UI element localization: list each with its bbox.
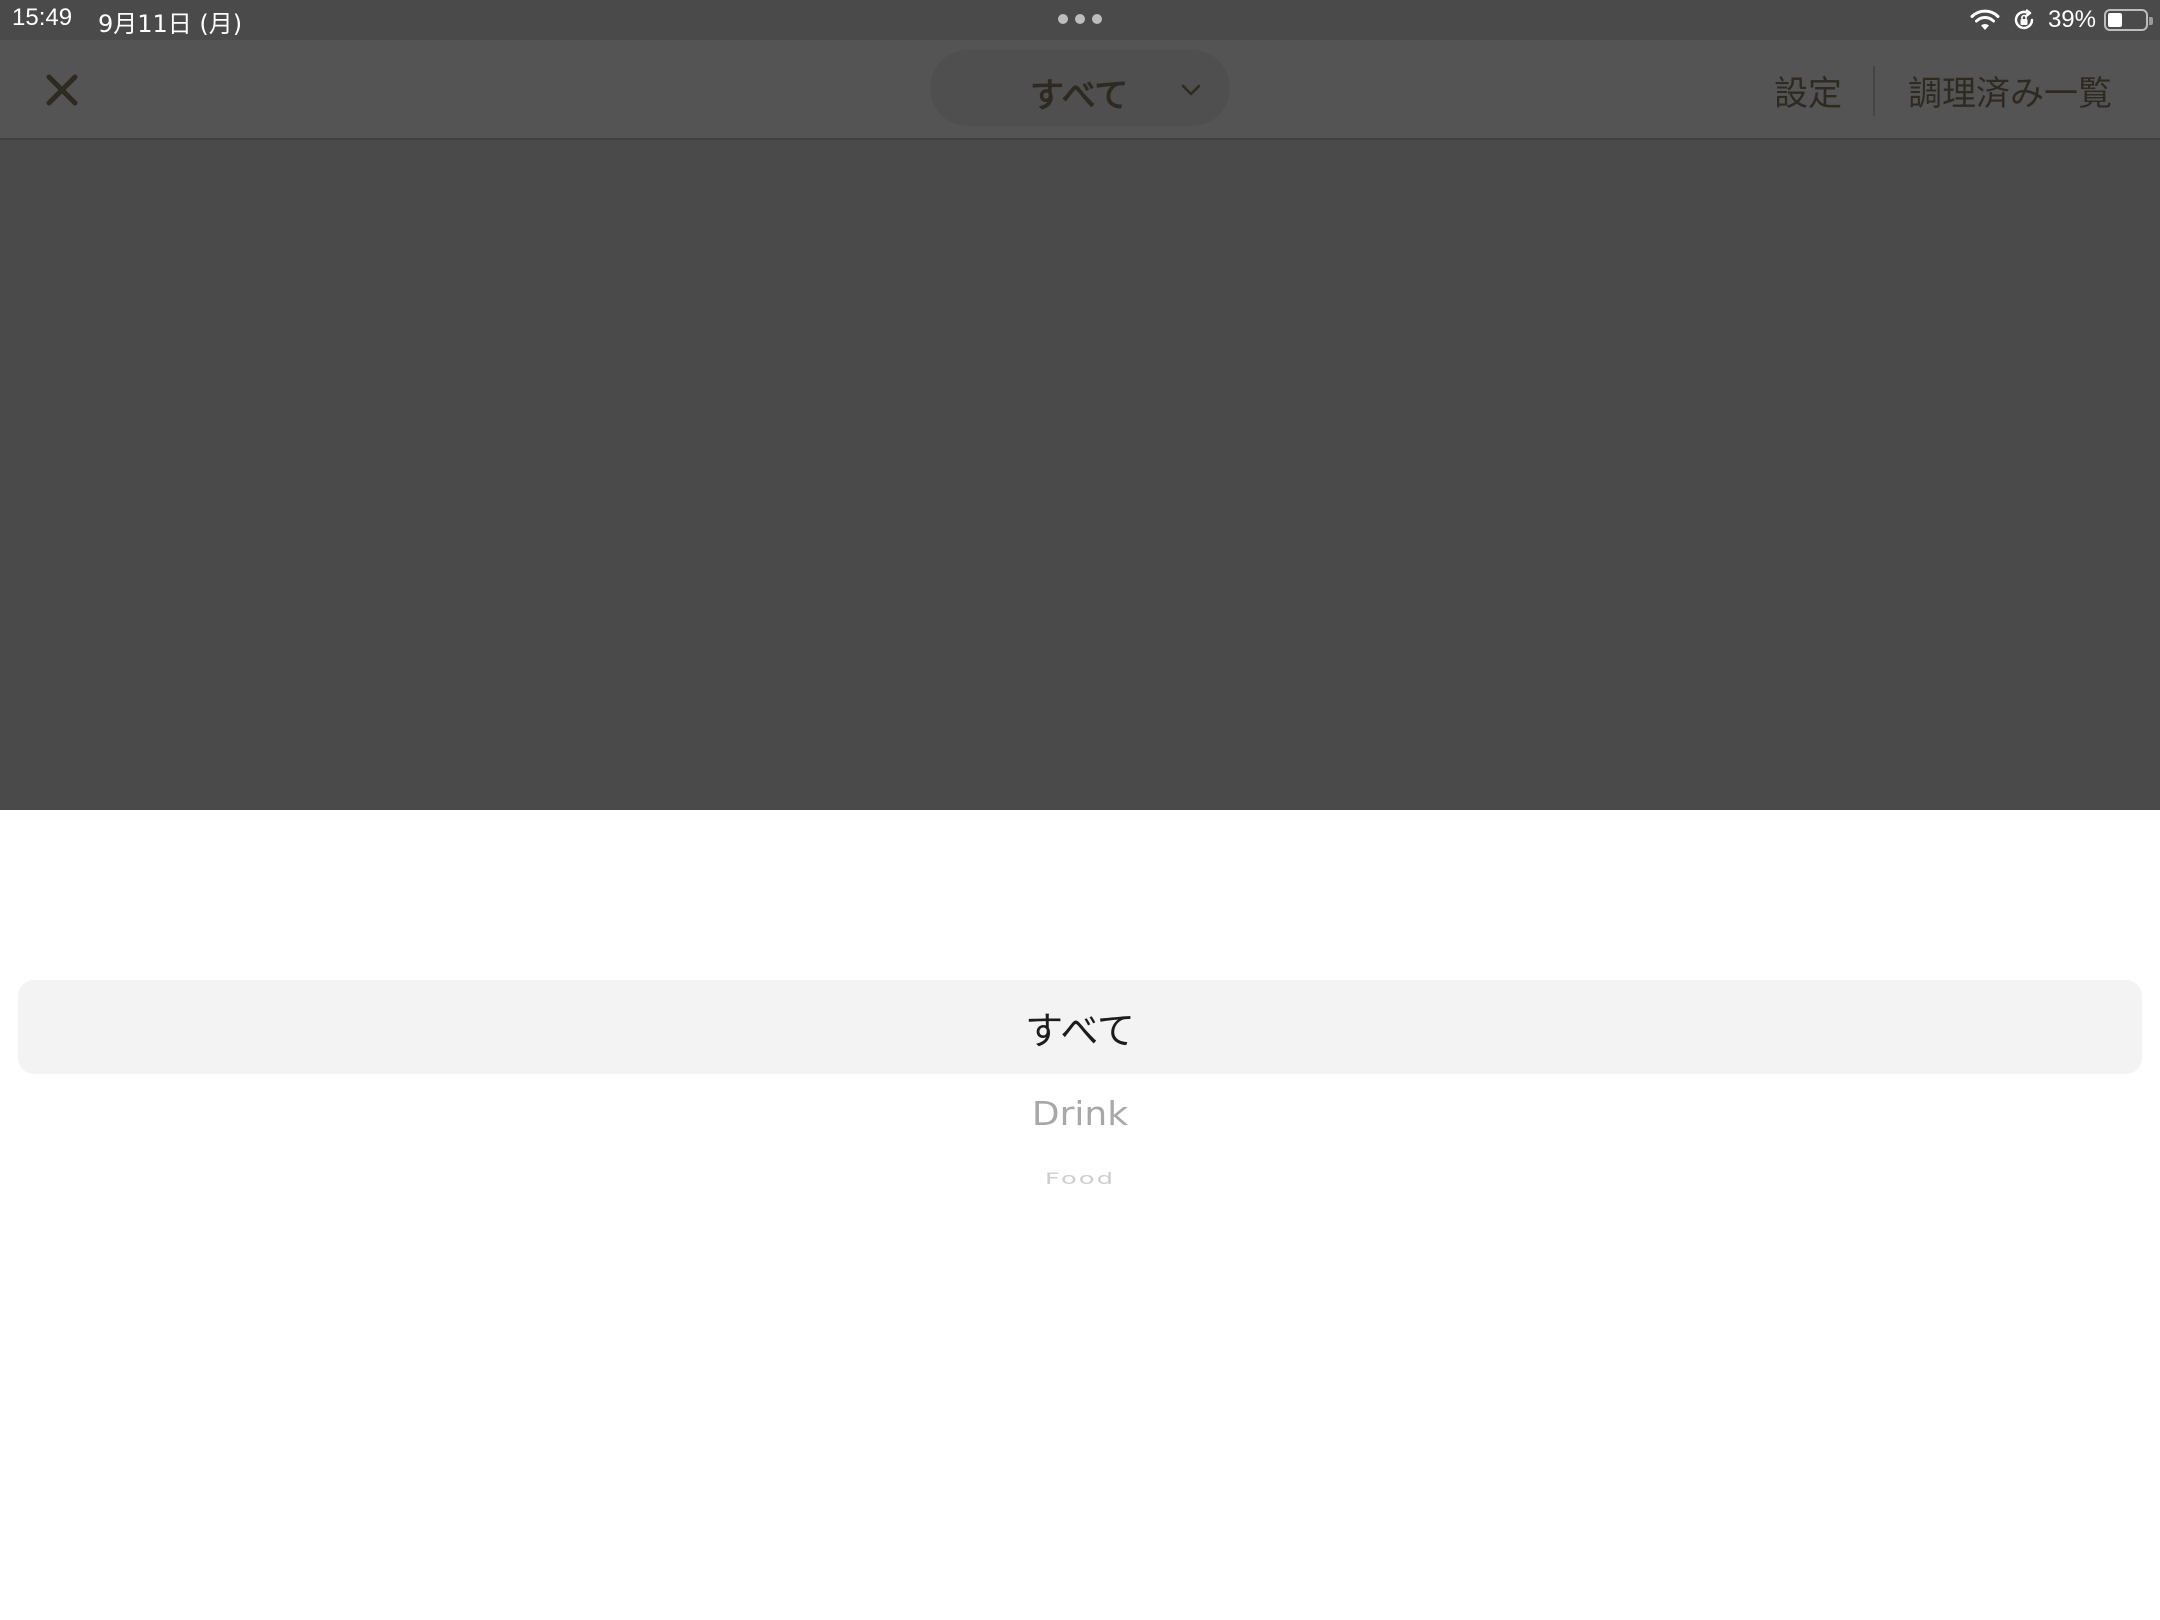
picker-option-all[interactable]: すべて [0,1000,2160,1055]
battery-icon [2104,9,2153,31]
cooked-list-button[interactable]: 調理済み一覧 [1908,66,2112,115]
multitasking-dots-icon[interactable] [1058,14,1102,26]
picker-option-food[interactable]: Food [0,1170,2160,1189]
category-dropdown-button[interactable]: すべて [930,50,1230,126]
battery-fill [2108,13,2122,27]
battery-percent: 39% [2047,6,2096,33]
wifi-icon [1970,9,2000,30]
category-picker-sheet: すべて Drink Food [0,810,2160,1620]
status-indicators: 39% [1970,4,2153,36]
screen: 15:49 9月11日 (月) 39% すべて 設定 調理済み一覧 すべて Dr… [0,0,2160,1620]
picker-option-drink[interactable]: Drink [0,1096,2160,1134]
status-date: 9月11日 (月) [98,10,243,38]
orientation-lock-icon [2014,9,2034,30]
category-dropdown-label: すべて [1030,76,1129,116]
status-bar: 15:49 9月11日 (月) 39% [0,0,2160,40]
close-icon[interactable] [40,68,84,112]
navigation-header: すべて 設定 調理済み一覧 [0,40,2160,140]
chevron-down-icon [1181,84,1201,96]
settings-button[interactable]: 設定 [1774,66,1842,115]
status-time: 15:49 [12,4,73,31]
nav-divider [1873,66,1875,116]
